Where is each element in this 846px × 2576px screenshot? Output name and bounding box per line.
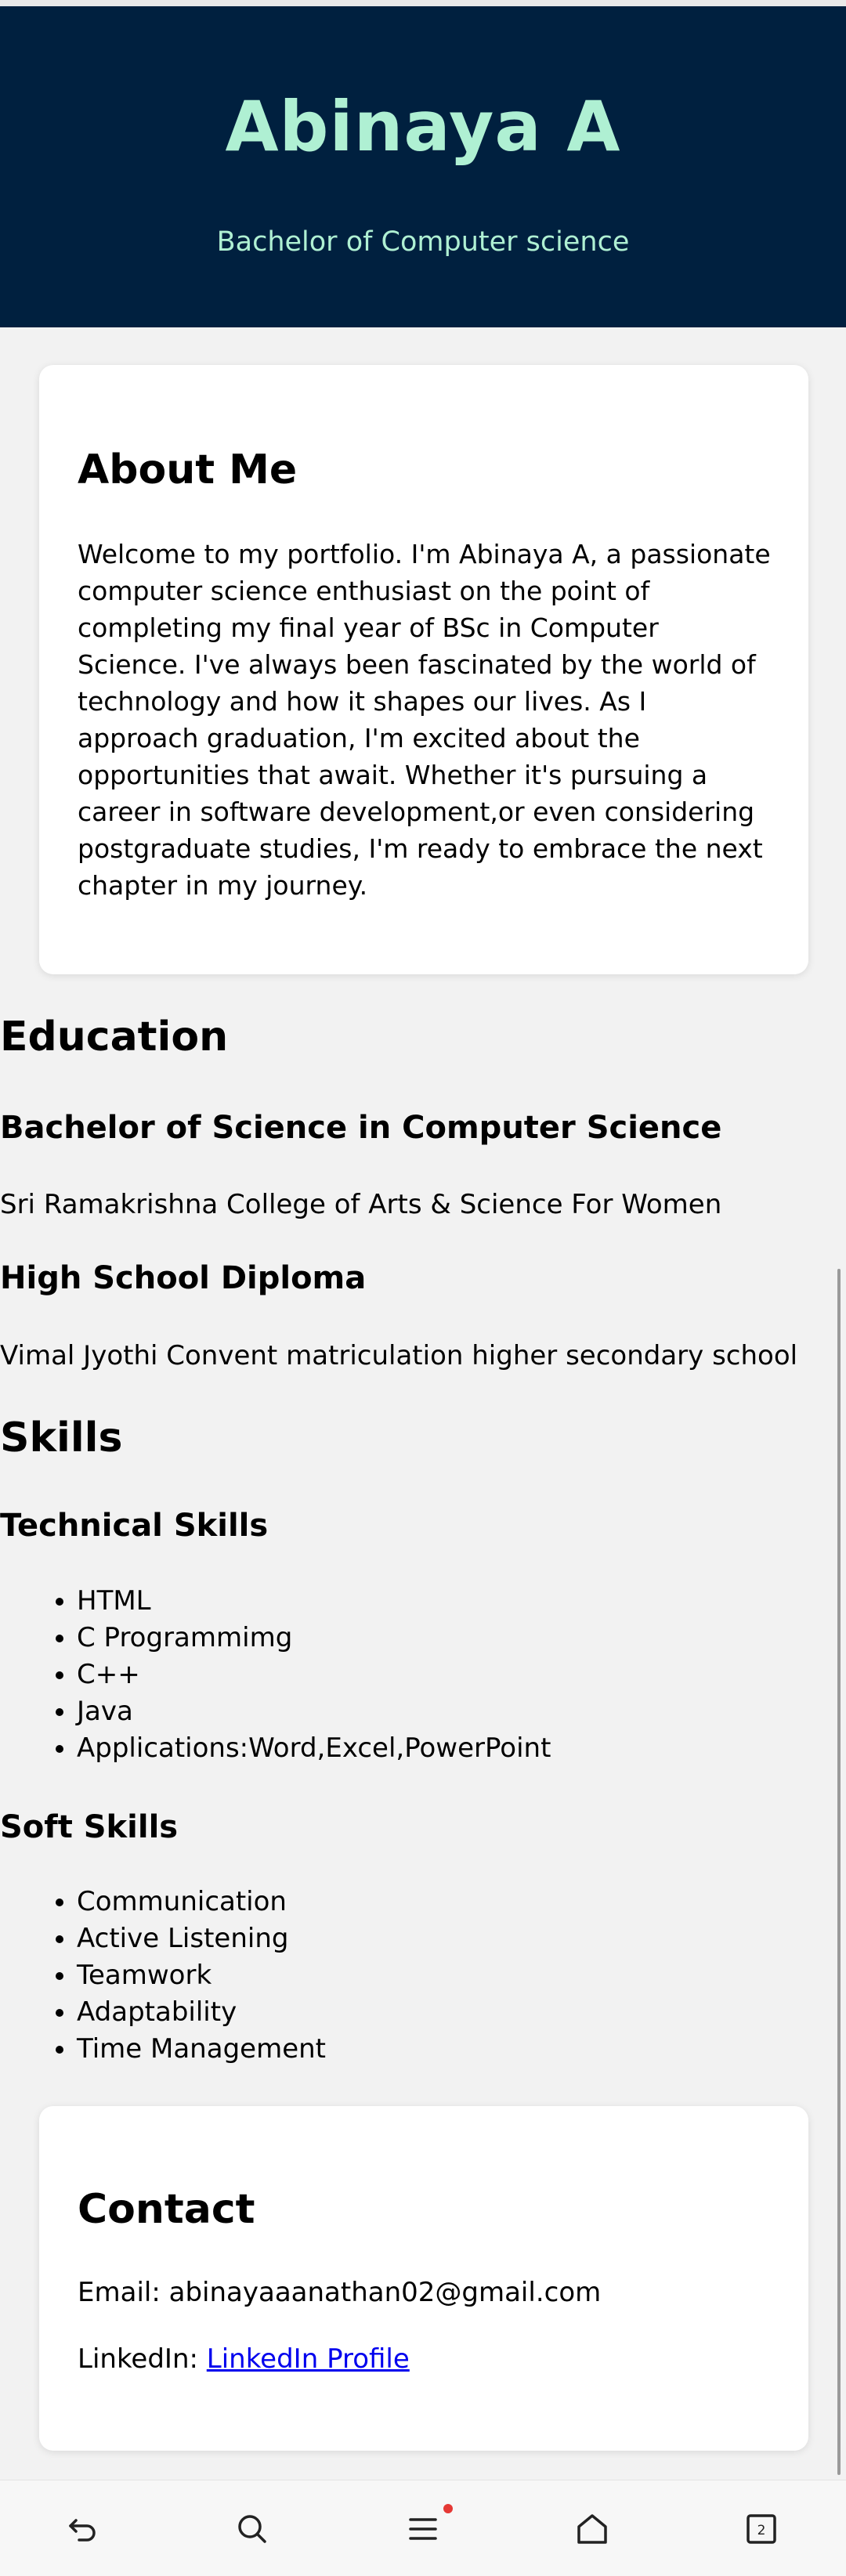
page-header: Abinaya A Bachelor of Computer science bbox=[0, 6, 846, 327]
tabs-icon: 2 bbox=[747, 2514, 776, 2544]
back-icon bbox=[69, 2519, 96, 2542]
search-button[interactable] bbox=[221, 2498, 284, 2560]
list-item: Time Management bbox=[77, 2031, 326, 2068]
contact-linkedin: LinkedIn: LinkedIn Profile bbox=[78, 2343, 410, 2375]
menu-button[interactable] bbox=[392, 2498, 454, 2560]
email-value: abinayaaanathan02@gmail.com bbox=[168, 2277, 602, 2308]
soft-skills-list: Communication Active Listening Teamwork … bbox=[0, 1884, 326, 2068]
education-degree-2: High School Diploma bbox=[0, 1260, 367, 1296]
linkedin-profile-link[interactable]: LinkedIn Profile bbox=[207, 2343, 410, 2375]
education-heading: Education bbox=[0, 1013, 229, 1060]
tab-count: 2 bbox=[757, 2523, 766, 2538]
skills-heading: Skills bbox=[0, 1414, 123, 1461]
contact-section: Contact Email: abinayaaanathan02@gmail.c… bbox=[39, 2106, 808, 2451]
list-item: C Programmimg bbox=[77, 1620, 551, 1657]
linkedin-label: LinkedIn: bbox=[78, 2343, 198, 2375]
list-item: Applications:Word,Excel,PowerPoint bbox=[77, 1730, 551, 1767]
list-item: Active Listening bbox=[77, 1920, 326, 1957]
menu-icon bbox=[409, 2518, 437, 2540]
tabs-button[interactable]: 2 bbox=[730, 2498, 793, 2560]
email-label: Email: bbox=[78, 2277, 161, 2308]
list-item: Adaptability bbox=[77, 1994, 326, 2031]
list-item: Java bbox=[77, 1693, 551, 1730]
education-school-1: Sri Ramakrishna College of Arts & Scienc… bbox=[0, 1189, 722, 1220]
home-button[interactable] bbox=[561, 2498, 624, 2560]
technical-skills-list: HTML C Programmimg C++ Java Applications… bbox=[0, 1583, 551, 1767]
list-item: HTML bbox=[77, 1583, 551, 1620]
education-school-2: Vimal Jyothi Convent matriculation highe… bbox=[0, 1340, 798, 1371]
contact-email: Email: abinayaaanathan02@gmail.com bbox=[78, 2277, 601, 2309]
list-item: Communication bbox=[77, 1884, 326, 1920]
back-button[interactable] bbox=[52, 2498, 114, 2560]
about-section: About Me Welcome to my portfolio. I'm Ab… bbox=[39, 365, 808, 974]
notification-dot bbox=[443, 2504, 453, 2513]
page-scrollbar[interactable] bbox=[837, 1269, 841, 2475]
page-subtitle: Bachelor of Computer science bbox=[216, 226, 630, 258]
contact-heading: Contact bbox=[78, 2186, 255, 2233]
technical-skills-heading: Technical Skills bbox=[0, 1508, 269, 1544]
list-item: Teamwork bbox=[77, 1957, 326, 1994]
about-text: Welcome to my portfolio. I'm Abinaya A, … bbox=[78, 539, 771, 901]
soft-skills-heading: Soft Skills bbox=[0, 1809, 179, 1845]
about-heading: About Me bbox=[78, 446, 298, 493]
page-title: Abinaya A bbox=[225, 86, 621, 167]
education-degree-1: Bachelor of Science in Computer Science bbox=[0, 1110, 722, 1146]
home-icon bbox=[577, 2514, 607, 2544]
status-strip bbox=[0, 0, 846, 6]
list-item: C++ bbox=[77, 1657, 551, 1693]
search-icon bbox=[238, 2515, 266, 2543]
browser-bottom-navbar: 2 bbox=[0, 2480, 846, 2576]
